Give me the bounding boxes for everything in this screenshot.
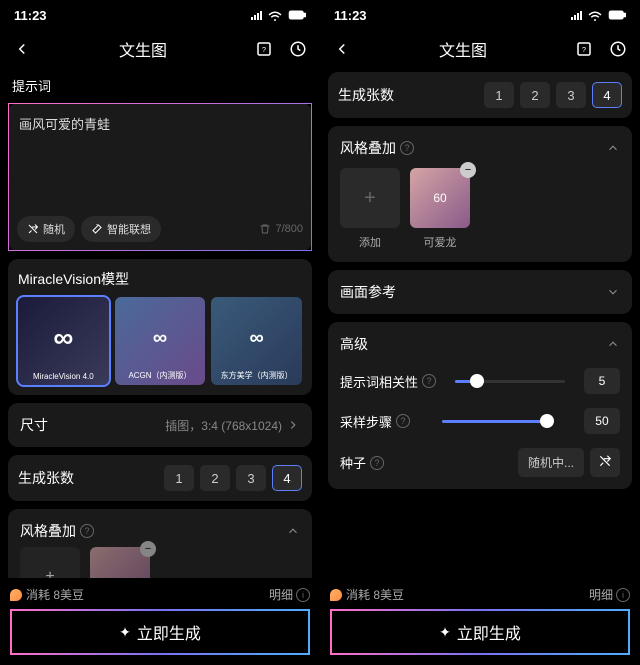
help-icon[interactable]: ? — [422, 374, 436, 388]
steps-slider-row: 采样步骤? 50 — [340, 408, 620, 434]
prompt-text: 画风可爱的青蛙 — [19, 114, 301, 133]
chevron-up-icon[interactable] — [606, 141, 620, 155]
help-icon[interactable]: ? — [370, 456, 384, 470]
cost-display: 消耗 8美豆 — [10, 586, 84, 603]
battery-icon — [608, 6, 626, 24]
model-title: MiracleVision模型 — [18, 269, 302, 289]
status-icons — [571, 6, 626, 24]
status-time: 11:23 — [334, 8, 367, 23]
page-title: 文生图 — [34, 37, 252, 61]
size-label: 尺寸 — [20, 415, 48, 435]
status-bar: 11:23 — [320, 0, 640, 30]
count-option[interactable]: 4 — [592, 82, 622, 108]
relevance-value: 5 — [584, 368, 620, 394]
wifi-icon — [266, 6, 284, 24]
count-option[interactable]: 4 — [272, 465, 302, 491]
count-option[interactable]: 3 — [236, 465, 266, 491]
prompt-label: 提示词 — [8, 68, 312, 103]
style-overlay-section: 风格叠加? + − — [8, 509, 312, 578]
status-time: 11:23 — [14, 8, 47, 23]
count-option[interactable]: 2 — [200, 465, 230, 491]
chevron-up-icon[interactable] — [606, 337, 620, 351]
count-option[interactable]: 3 — [556, 82, 586, 108]
info-icon: i — [296, 588, 310, 602]
wifi-icon — [586, 6, 604, 24]
style-preset[interactable]: − — [90, 547, 150, 578]
bean-icon — [10, 589, 22, 601]
header: 文生图 ? — [0, 30, 320, 68]
count-option[interactable]: 1 — [484, 82, 514, 108]
advanced-section: 高级 提示词相关性? 5 采样步骤? 50 种子? 随机中... — [328, 322, 632, 489]
signal-icon — [251, 10, 262, 20]
chevron-up-icon[interactable] — [286, 524, 300, 538]
seed-shuffle-button[interactable] — [590, 448, 620, 477]
shuffle-icon — [598, 454, 612, 468]
seed-row: 种子? 随机中... — [340, 448, 620, 477]
info-icon: i — [616, 588, 630, 602]
style-overlay-section: 风格叠加? + 添加 60 − 可爱龙 — [328, 126, 632, 262]
battery-icon — [288, 6, 306, 24]
style-preset[interactable]: 60 − — [410, 168, 470, 228]
count-option[interactable]: 2 — [520, 82, 550, 108]
chevron-down-icon — [606, 285, 620, 299]
cost-display: 消耗 8美豆 — [330, 586, 404, 603]
shuffle-icon — [27, 223, 39, 235]
reference-row[interactable]: 画面参考 — [328, 270, 632, 314]
help-card-icon[interactable]: ? — [572, 37, 596, 61]
count-section: 生成张数 1 2 3 4 — [8, 455, 312, 501]
header: 文生图 ? — [320, 30, 640, 68]
svg-text:?: ? — [582, 45, 586, 54]
remove-icon[interactable]: − — [460, 162, 476, 178]
help-card-icon[interactable]: ? — [252, 37, 276, 61]
remove-icon[interactable]: − — [140, 541, 156, 557]
steps-slider[interactable] — [442, 420, 552, 423]
count-label: 生成张数 — [18, 468, 74, 488]
steps-value: 50 — [584, 408, 620, 434]
sparkle-icon: ✦ — [119, 624, 131, 641]
chevron-right-icon — [286, 418, 300, 432]
generate-button[interactable]: ✦立即生成 — [330, 609, 630, 655]
random-button[interactable]: 随机 — [17, 216, 75, 242]
prompt-input-box[interactable]: 画风可爱的青蛙 随机 智能联想 7/800 — [8, 103, 312, 251]
model-option[interactable]: ∞MiracleVision 4.0 — [18, 297, 109, 385]
status-icons — [251, 6, 306, 24]
generate-button[interactable]: ✦立即生成 — [10, 609, 310, 655]
detail-link[interactable]: 明细i — [589, 586, 630, 603]
relevance-slider-row: 提示词相关性? 5 — [340, 368, 620, 394]
wand-icon — [91, 223, 103, 235]
style-add-button[interactable]: + — [340, 168, 400, 228]
size-row[interactable]: 尺寸 插图，3:4 (768x1024) — [8, 403, 312, 447]
help-icon[interactable]: ? — [80, 524, 94, 538]
back-button[interactable] — [10, 37, 34, 61]
count-section: 生成张数 1 2 3 4 — [328, 72, 632, 118]
history-icon[interactable] — [286, 37, 310, 61]
char-counter: 7/800 — [259, 223, 303, 235]
bean-icon — [330, 589, 342, 601]
count-option[interactable]: 1 — [164, 465, 194, 491]
status-bar: 11:23 — [0, 0, 320, 30]
help-icon[interactable]: ? — [396, 414, 410, 428]
page-title: 文生图 — [354, 37, 572, 61]
count-label: 生成张数 — [338, 85, 394, 105]
model-section: MiracleVision模型 ∞MiracleVision 4.0 ∞ACGN… — [8, 259, 312, 395]
help-icon[interactable]: ? — [400, 141, 414, 155]
trash-icon — [259, 223, 271, 235]
model-option[interactable]: ∞东方美学（内测版） — [211, 297, 302, 385]
seed-random-button[interactable]: 随机中... — [518, 448, 584, 477]
detail-link[interactable]: 明细i — [269, 586, 310, 603]
signal-icon — [571, 10, 582, 20]
sparkle-icon: ✦ — [439, 624, 451, 641]
svg-text:?: ? — [262, 45, 266, 54]
model-option[interactable]: ∞ACGN（内测版） — [115, 297, 206, 385]
style-add-button[interactable]: + — [20, 547, 80, 578]
relevance-slider[interactable] — [455, 380, 565, 383]
smart-suggest-button[interactable]: 智能联想 — [81, 216, 161, 242]
history-icon[interactable] — [606, 37, 630, 61]
back-button[interactable] — [330, 37, 354, 61]
